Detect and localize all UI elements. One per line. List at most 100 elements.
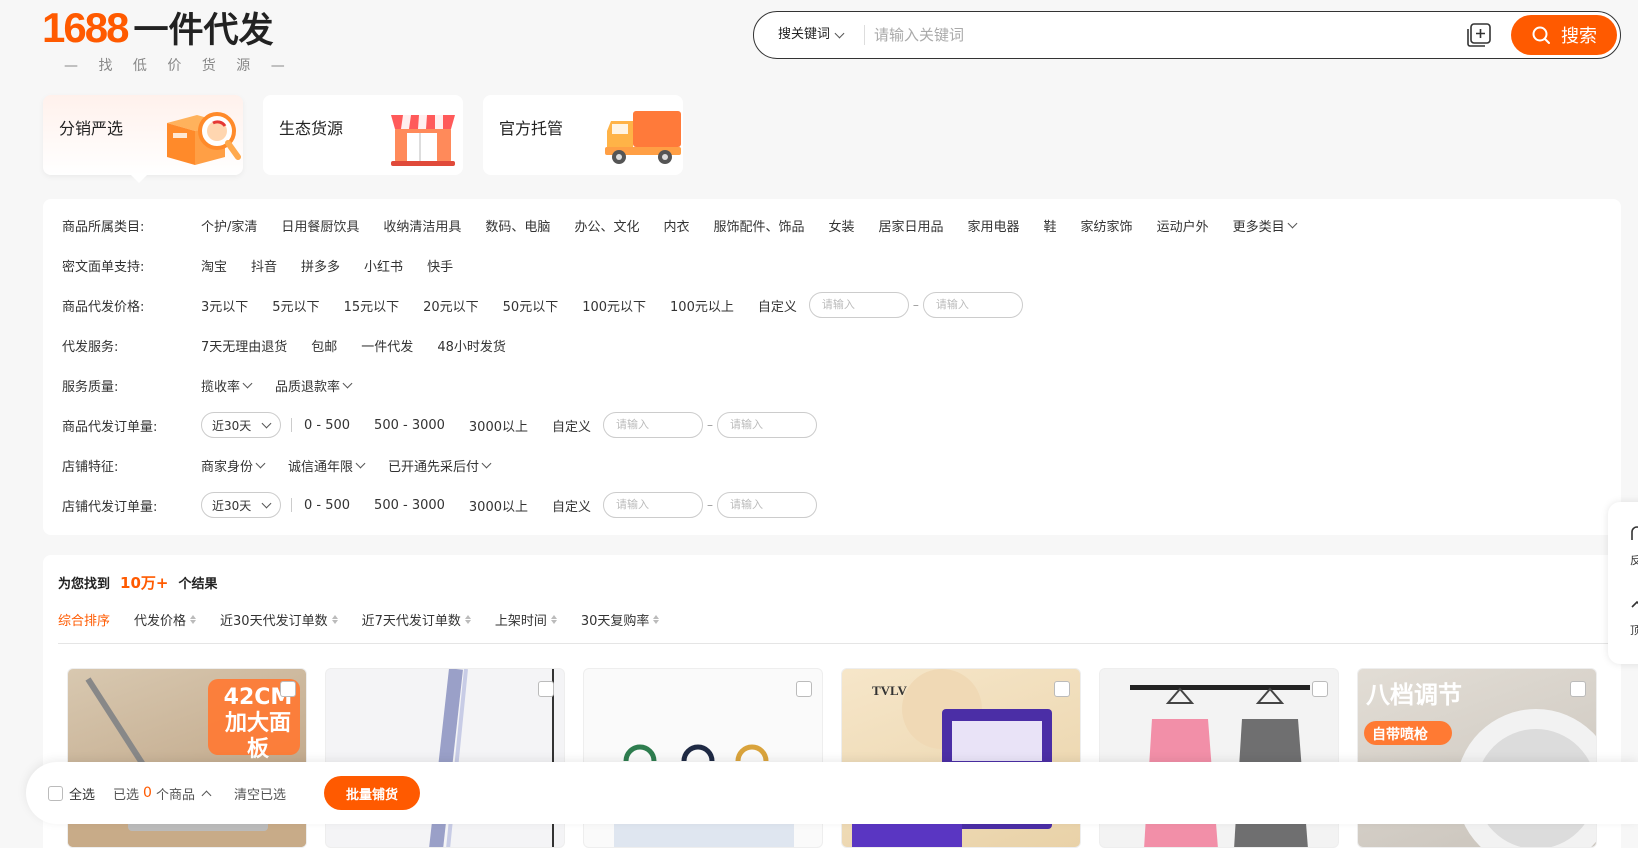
sort-comprehensive[interactable]: 综合排序 [58, 610, 110, 629]
sort-label: 代发价格 [134, 614, 187, 629]
shop-orders-option[interactable]: 0 - 500 [304, 498, 350, 513]
sort-7day-orders[interactable]: 近7天代发订单数 [362, 610, 471, 629]
filter-label: 代发服务: [62, 339, 119, 355]
select-all-label[interactable]: 全选 [69, 784, 95, 803]
sort-price[interactable]: 代发价格 [134, 610, 197, 629]
product-orders-option[interactable]: 500 - 3000 [374, 418, 445, 433]
feedback-icon[interactable] [1630, 526, 1638, 542]
chevron-down-icon [834, 28, 845, 38]
waybill-option[interactable]: 小红书 [364, 256, 403, 275]
search-type-dropdown[interactable]: 搜关键词 [778, 12, 845, 58]
shop-orders-max-input[interactable]: 请输入 [717, 492, 818, 518]
product-checkbox[interactable] [1570, 681, 1586, 697]
sort-30day-orders[interactable]: 近30天代发订单数 [220, 610, 338, 629]
header: 1688 一件代发 — 找 低 价 货 源 — 搜关键词 搜索 [0, 0, 1638, 88]
shop-orders-period-select[interactable]: 近30天 [201, 492, 281, 518]
product-orders-max-input[interactable]: 请输入 [717, 412, 818, 438]
price-min-input[interactable]: 请输入 [808, 292, 909, 318]
quality-dropdown-refund[interactable]: 品质退款率 [275, 376, 353, 395]
waybill-option[interactable]: 抖音 [251, 256, 277, 275]
search-input[interactable] [874, 12, 1434, 58]
shop-dropdown-identity[interactable]: 商家身份 [201, 456, 266, 475]
product-orders-period-select[interactable]: 近30天 [201, 412, 281, 438]
waybill-option[interactable]: 快手 [427, 256, 453, 275]
card-shengtai-huoyuan[interactable]: 生态货源 [263, 95, 463, 175]
selected-prefix: 已选 [113, 787, 140, 803]
filter-row-shop: 店铺特征: 商家身份 诚信通年限 已开通先采后付 [43, 451, 1621, 479]
more-categories-button[interactable]: 更多类目 [1233, 216, 1298, 235]
price-custom-label: 自定义 [757, 299, 797, 315]
category-option[interactable]: 日用餐厨饮具 [281, 216, 359, 235]
sort-bar: 综合排序 代发价格 近30天代发订单数 近7天代发订单数 上架时间 30天复购率 [58, 610, 660, 629]
product-orders-option[interactable]: 0 - 500 [304, 418, 350, 433]
shop-orders-min-input[interactable]: 请输入 [603, 492, 704, 518]
service-option[interactable]: 一件代发 [361, 336, 413, 355]
service-option[interactable]: 48小时发货 [437, 336, 506, 355]
filter-label: 商品所属类目: [62, 219, 145, 235]
price-max-input[interactable]: 请输入 [922, 292, 1023, 318]
category-option[interactable]: 服饰配件、饰品 [713, 216, 804, 235]
quality-dropdown-pickup[interactable]: 揽收率 [201, 376, 253, 395]
logo[interactable]: 1688 一件代发 — 找 低 价 货 源 — [42, 6, 293, 75]
product-checkbox[interactable] [538, 681, 554, 697]
card-fenxiao-yanxuan[interactable]: 分销严选 [43, 95, 243, 183]
service-option[interactable]: 7天无理由退货 [201, 336, 287, 355]
shop-dropdown-label: 诚信通年限 [288, 459, 354, 475]
category-option[interactable]: 收纳清洁用具 [383, 216, 461, 235]
product-tag: 自带喷枪 [1372, 727, 1428, 743]
card-guanfang-tuoguan[interactable]: 官方托管 [483, 95, 683, 175]
category-option[interactable]: 个护/家清 [201, 216, 257, 235]
back-to-top-icon[interactable] [1630, 598, 1638, 612]
waybill-option[interactable]: 淘宝 [201, 256, 227, 275]
shop-dropdown-paylater[interactable]: 已开通先采后付 [388, 456, 492, 475]
waybill-option[interactable]: 拼多多 [301, 256, 340, 275]
sort-label: 综合排序 [58, 614, 111, 629]
category-option[interactable]: 家用电器 [968, 216, 1020, 235]
shop-dropdown-years[interactable]: 诚信通年限 [288, 456, 366, 475]
product-checkbox[interactable] [1312, 681, 1328, 697]
sort-arrows-icon [653, 615, 660, 624]
filter-row-price: 商品代发价格: 3元以下 5元以下 15元以下 20元以下 50元以下 100元… [43, 291, 1621, 319]
price-option[interactable]: 100元以下 [582, 296, 646, 315]
filter-label: 服务质量: [62, 379, 119, 395]
price-option[interactable]: 5元以下 [272, 296, 319, 315]
category-option[interactable]: 居家日用品 [879, 216, 944, 235]
shop-orders-custom-label: 自定义 [552, 499, 592, 515]
shop-dropdown-label: 商家身份 [201, 459, 254, 475]
search-type-label: 搜关键词 [778, 27, 831, 42]
side-float-toolbar: 反 顶 [1608, 502, 1638, 664]
product-orders-custom-label: 自定义 [552, 419, 592, 435]
product-checkbox[interactable] [280, 681, 296, 697]
price-option[interactable]: 3元以下 [201, 296, 248, 315]
sort-listing-time[interactable]: 上架时间 [495, 610, 557, 629]
product-orders-min-input[interactable]: 请输入 [603, 412, 704, 438]
category-option[interactable]: 数码、电脑 [485, 216, 550, 235]
image-search-icon[interactable] [1466, 23, 1492, 47]
shop-orders-option[interactable]: 500 - 3000 [374, 498, 445, 513]
price-option[interactable]: 20元以下 [423, 296, 479, 315]
product-checkbox[interactable] [796, 681, 812, 697]
clear-selected-button[interactable]: 清空已选 [234, 784, 286, 803]
batch-list-button[interactable]: 批量铺货 [323, 776, 420, 810]
select-all-checkbox[interactable] [48, 785, 63, 801]
category-option[interactable]: 家纺家饰 [1081, 216, 1133, 235]
product-tag: 八档调节 [1366, 681, 1462, 709]
category-option[interactable]: 运动户外 [1157, 216, 1209, 235]
shop-orders-option[interactable]: 3000以上 [469, 496, 528, 515]
product-orders-option[interactable]: 3000以上 [469, 416, 528, 435]
search-button[interactable]: 搜索 [1511, 15, 1617, 55]
selected-count-toggle[interactable]: 已选 0 个商品 [113, 784, 212, 803]
product-checkbox[interactable] [1054, 681, 1070, 697]
category-option[interactable]: 内衣 [663, 216, 689, 235]
sort-repurchase-rate[interactable]: 30天复购率 [581, 610, 660, 629]
category-option[interactable]: 办公、文化 [574, 216, 639, 235]
filter-label: 店铺代发订单量: [62, 499, 158, 515]
chevron-down-icon [242, 378, 253, 388]
price-option[interactable]: 50元以下 [503, 296, 559, 315]
range-dash: – [707, 418, 714, 432]
category-option[interactable]: 女装 [828, 216, 854, 235]
category-option[interactable]: 鞋 [1044, 216, 1057, 235]
price-option[interactable]: 100元以上 [670, 296, 734, 315]
service-option[interactable]: 包邮 [311, 336, 337, 355]
price-option[interactable]: 15元以下 [344, 296, 400, 315]
